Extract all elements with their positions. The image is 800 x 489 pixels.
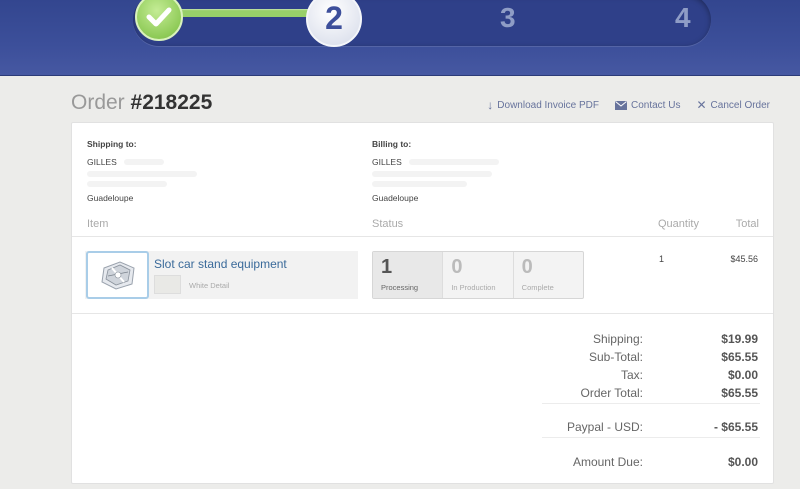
redacted-text xyxy=(124,159,164,165)
amount-due-label: Amount Due: xyxy=(572,455,643,469)
download-invoice-label: Download Invoice PDF xyxy=(497,99,599,111)
item-name-link[interactable]: Slot car stand equipment xyxy=(154,257,287,271)
column-header-quantity: Quantity xyxy=(658,218,699,230)
item-thumbnail[interactable] xyxy=(86,251,149,299)
tax-value: $0.00 xyxy=(727,368,758,382)
billing-name: GILLES xyxy=(372,157,402,167)
status-label: Complete xyxy=(521,283,554,292)
status-complete: 0 Complete xyxy=(514,252,583,298)
shipping-name: GILLES xyxy=(87,157,117,167)
arrow-down-icon: ↓ xyxy=(487,98,494,112)
redacted-text xyxy=(372,171,492,177)
download-invoice-link[interactable]: ↓ Download Invoice PDF xyxy=(487,99,599,111)
order-number: #218225 xyxy=(130,91,213,114)
items-divider xyxy=(72,313,773,314)
status-count: 0 xyxy=(451,256,463,278)
color-swatch xyxy=(154,275,181,294)
order-total-value: $65.55 xyxy=(721,386,758,400)
status-label: Processing xyxy=(381,283,419,292)
order-item: Slot car stand equipment White Detail xyxy=(85,251,358,299)
checkout-progress-header: 2 3 4 xyxy=(0,0,800,76)
close-icon: ✕ xyxy=(696,98,707,112)
status-in-production: 0 In Production xyxy=(443,252,514,298)
payment-separator xyxy=(542,437,760,438)
status-processing: 1 Processing xyxy=(373,252,444,298)
paypal-value: - $65.55 xyxy=(713,420,758,434)
step-3: 3 xyxy=(500,2,516,33)
column-header-item: Item xyxy=(87,218,109,230)
redacted-text xyxy=(409,159,499,165)
checkmark-icon xyxy=(146,7,172,27)
subtotal-value: $65.55 xyxy=(721,350,758,364)
header-divider xyxy=(72,236,773,237)
product-image-icon xyxy=(100,261,135,290)
order-total-label: Order Total: xyxy=(580,386,643,400)
page-title: Order #218225 xyxy=(71,91,212,115)
contact-us-label: Contact Us xyxy=(631,99,681,111)
contact-us-link[interactable]: Contact Us xyxy=(615,99,680,111)
amount-due-value: $0.00 xyxy=(727,455,758,469)
cancel-order-label: Cancel Order xyxy=(710,99,770,111)
order-title-prefix: Order xyxy=(71,91,131,114)
item-quantity: 1 xyxy=(659,254,665,264)
billing-country: Guadeloupe xyxy=(372,193,419,203)
shipping-cost-value: $19.99 xyxy=(721,332,758,346)
status-label: In Production xyxy=(451,283,496,292)
step-4: 4 xyxy=(675,2,691,33)
column-header-status: Status xyxy=(372,218,404,230)
redacted-text xyxy=(87,181,167,187)
paypal-label: Paypal - USD: xyxy=(566,420,643,434)
billing-label: Billing to: xyxy=(372,139,412,149)
tax-label: Tax: xyxy=(620,368,643,382)
totals-separator xyxy=(542,403,760,404)
shipping-cost-label: Shipping: xyxy=(592,332,643,346)
order-details-card: Shipping to: GILLES Guadeloupe Billing t… xyxy=(71,122,774,484)
column-header-total: Total xyxy=(735,218,759,230)
production-status: 1 Processing 0 In Production 0 Complete xyxy=(372,251,584,299)
shipping-country: Guadeloupe xyxy=(87,193,134,203)
envelope-icon xyxy=(615,100,627,110)
order-actions: ↓ Download Invoice PDF Contact Us ✕ Canc… xyxy=(487,99,770,111)
redacted-text xyxy=(372,181,467,187)
status-count: 1 xyxy=(381,256,393,278)
progress-bar-complete xyxy=(163,9,321,17)
subtotal-label: Sub-Total: xyxy=(588,350,643,364)
redacted-text xyxy=(87,171,197,177)
shipping-label: Shipping to: xyxy=(87,139,137,149)
cancel-order-link[interactable]: ✕ Cancel Order xyxy=(696,99,770,111)
progress-stepper xyxy=(133,0,711,46)
item-total: $45.56 xyxy=(730,254,758,264)
status-count: 0 xyxy=(521,256,533,278)
item-detail: White Detail xyxy=(189,281,230,290)
